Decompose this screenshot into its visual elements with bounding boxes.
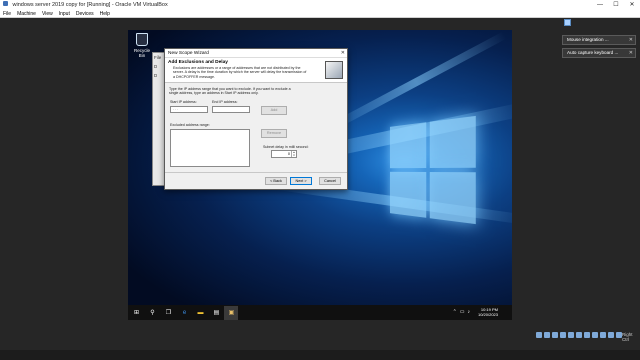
- clock-date: 10/20/2023: [477, 312, 498, 317]
- notification-text: Mouse integration ...: [567, 37, 609, 42]
- wizard-instructions: Type the IP address range that you want …: [169, 87, 291, 96]
- volume-icon[interactable]: ♪: [468, 309, 471, 315]
- virtualbox-icon: [3, 1, 8, 7]
- wizard-titlebar: New Scope Wizard ✕: [165, 49, 347, 58]
- window-controls: — ☐ ✕: [592, 0, 640, 10]
- taskbar-clock[interactable]: 10:19 PM 10/20/2023: [478, 307, 498, 317]
- end-ip-input[interactable]: [212, 106, 250, 113]
- hdd-status-icon[interactable]: [536, 332, 542, 338]
- network-status-icon[interactable]: [560, 332, 566, 338]
- close-button[interactable]: ✕: [624, 0, 640, 10]
- subnet-delay-value: 0: [287, 152, 290, 156]
- wizard-footer: < Back Next > Cancel: [165, 172, 347, 189]
- audio-status-icon[interactable]: [552, 332, 558, 338]
- network-icon[interactable]: ▭: [460, 309, 465, 315]
- end-ip-label: End IP address:: [212, 100, 238, 104]
- task-view-icon[interactable]: ❐: [164, 308, 173, 317]
- recycle-bin-desktop-icon[interactable]: Recycle Bin: [131, 33, 153, 58]
- optical-drive-icon[interactable]: [544, 332, 550, 338]
- menu-input[interactable]: Input: [59, 10, 70, 17]
- new-scope-wizard-dialog: New Scope Wizard ✕ Add Exclusions and De…: [164, 48, 348, 190]
- recycle-bin-label: Recycle Bin: [133, 48, 150, 58]
- menu-view[interactable]: View: [42, 10, 53, 17]
- add-button[interactable]: Add: [261, 106, 287, 115]
- maximize-button[interactable]: ☐: [608, 0, 624, 10]
- menu-devices[interactable]: Devices: [76, 10, 94, 17]
- excluded-range-label: Excluded address range:: [170, 123, 210, 127]
- wizard-header: Add Exclusions and Delay Exclusions are …: [165, 58, 347, 83]
- next-button[interactable]: Next >: [290, 177, 312, 185]
- subnet-delay-spinner[interactable]: 0 ▲ ▼: [271, 150, 297, 158]
- host-titlebar: windows server 2019 copy for [Running] -…: [0, 0, 640, 10]
- menu-help[interactable]: Help: [100, 10, 110, 17]
- cpu-status-icon[interactable]: [600, 332, 606, 338]
- display-status-icon[interactable]: [584, 332, 590, 338]
- notification-close-icon[interactable]: ✕: [629, 49, 633, 57]
- remove-button[interactable]: Remove: [261, 129, 287, 138]
- excluded-range-list[interactable]: [170, 129, 250, 167]
- wizard-page-title: Add Exclusions and Delay: [168, 60, 228, 65]
- minimize-button[interactable]: —: [592, 0, 608, 10]
- console-menu-file[interactable]: File: [153, 53, 164, 62]
- menu-machine[interactable]: Machine: [17, 10, 36, 17]
- wizard-body: Type the IP address range that you want …: [165, 84, 347, 172]
- wizard-close-icon[interactable]: ✕: [341, 49, 345, 58]
- start-ip-input[interactable]: . . .: [170, 106, 208, 113]
- file-explorer-icon[interactable]: ▬: [196, 308, 205, 317]
- notification-text: Auto capture keyboard ...: [567, 50, 619, 55]
- wizard-page-description: Exclusions are addresses or a range of a…: [173, 66, 307, 79]
- cancel-button[interactable]: Cancel: [319, 177, 341, 185]
- notification-icon[interactable]: [564, 19, 571, 26]
- host-menubar: File Machine View Input Devices Help: [0, 10, 640, 18]
- recording-status-icon[interactable]: [592, 332, 598, 338]
- start-ip-label: Start IP address:: [170, 100, 197, 104]
- start-button[interactable]: ⊞: [132, 308, 141, 317]
- notification-mouse-integration[interactable]: Mouse integration ... ✕: [562, 35, 636, 45]
- mouse-integration-icon[interactable]: [608, 332, 614, 338]
- windows-logo-wallpaper: [389, 115, 476, 225]
- subnet-delay-label: Subnet delay in milli second:: [263, 145, 309, 149]
- notification-auto-capture[interactable]: Auto capture keyboard ... ✕: [562, 48, 636, 58]
- console-side-item[interactable]: D: [153, 62, 164, 71]
- host-window-title: windows server 2019 copy for [Running] -…: [12, 2, 168, 8]
- host-key-label: Right Ctrl: [622, 332, 633, 342]
- server-manager-icon[interactable]: ▤: [212, 308, 221, 317]
- notification-close-icon[interactable]: ✕: [629, 36, 633, 44]
- vm-guest-screen[interactable]: Recycle Bin File D D ◀ New Scope Wizard …: [128, 30, 512, 320]
- vm-status-icons: [536, 332, 622, 338]
- usb-status-icon[interactable]: [568, 332, 574, 338]
- tray-expand-icon[interactable]: ⌃: [453, 309, 457, 315]
- internet-explorer-icon[interactable]: e: [180, 308, 189, 317]
- search-icon[interactable]: ⚲: [148, 308, 157, 317]
- shared-folder-icon[interactable]: [576, 332, 582, 338]
- recycle-bin-icon: [136, 33, 148, 46]
- system-tray: ⌃ ▭ ♪: [453, 309, 470, 315]
- guest-taskbar: ⊞ ⚲ ❐ e ▬ ▤ ▣ ⌃ ▭ ♪ 10:19 PM 10/20/2023: [128, 305, 512, 320]
- spinner-arrows-icon[interactable]: ▲ ▼: [291, 151, 296, 157]
- menu-file[interactable]: File: [3, 10, 11, 17]
- wizard-header-icon: [325, 61, 343, 79]
- back-button[interactable]: < Back: [265, 177, 287, 185]
- console-side-item[interactable]: D: [153, 71, 164, 80]
- wizard-title: New Scope Wizard: [168, 51, 209, 56]
- dhcp-icon: ▣: [228, 310, 235, 316]
